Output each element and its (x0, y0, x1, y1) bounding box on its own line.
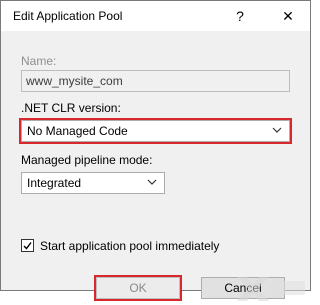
start-immediately-checkbox[interactable] (21, 239, 34, 252)
start-immediately-label[interactable]: Start application pool immediately (40, 239, 219, 253)
chevron-down-icon (147, 179, 157, 185)
clr-version-select[interactable]: No Managed Code (21, 120, 290, 142)
chevron-down-icon (272, 127, 282, 133)
dialog-body: Name: www_mysite_com .NET CLR version: N… (1, 31, 310, 301)
pipeline-mode-label: Managed pipeline mode: (21, 153, 153, 167)
name-field: www_mysite_com (21, 70, 290, 92)
checkmark-icon (23, 242, 32, 250)
ok-button[interactable]: OK (96, 277, 180, 299)
help-icon[interactable]: ? (229, 7, 251, 25)
title-bar: Edit Application Pool ? ✕ (1, 1, 310, 31)
name-label: Name: (21, 54, 57, 68)
edit-application-pool-dialog: Edit Application Pool ? ✕ Name: www_mysi… (0, 0, 311, 301)
clr-version-value: No Managed Code (27, 124, 128, 138)
pipeline-mode-select[interactable]: Integrated (21, 172, 165, 194)
pipeline-mode-value: Integrated (27, 176, 82, 190)
dialog-title: Edit Application Pool (13, 9, 123, 23)
close-icon[interactable]: ✕ (277, 7, 299, 25)
cancel-button[interactable]: Cancel (201, 277, 285, 299)
clr-version-label: .NET CLR version: (21, 101, 121, 115)
